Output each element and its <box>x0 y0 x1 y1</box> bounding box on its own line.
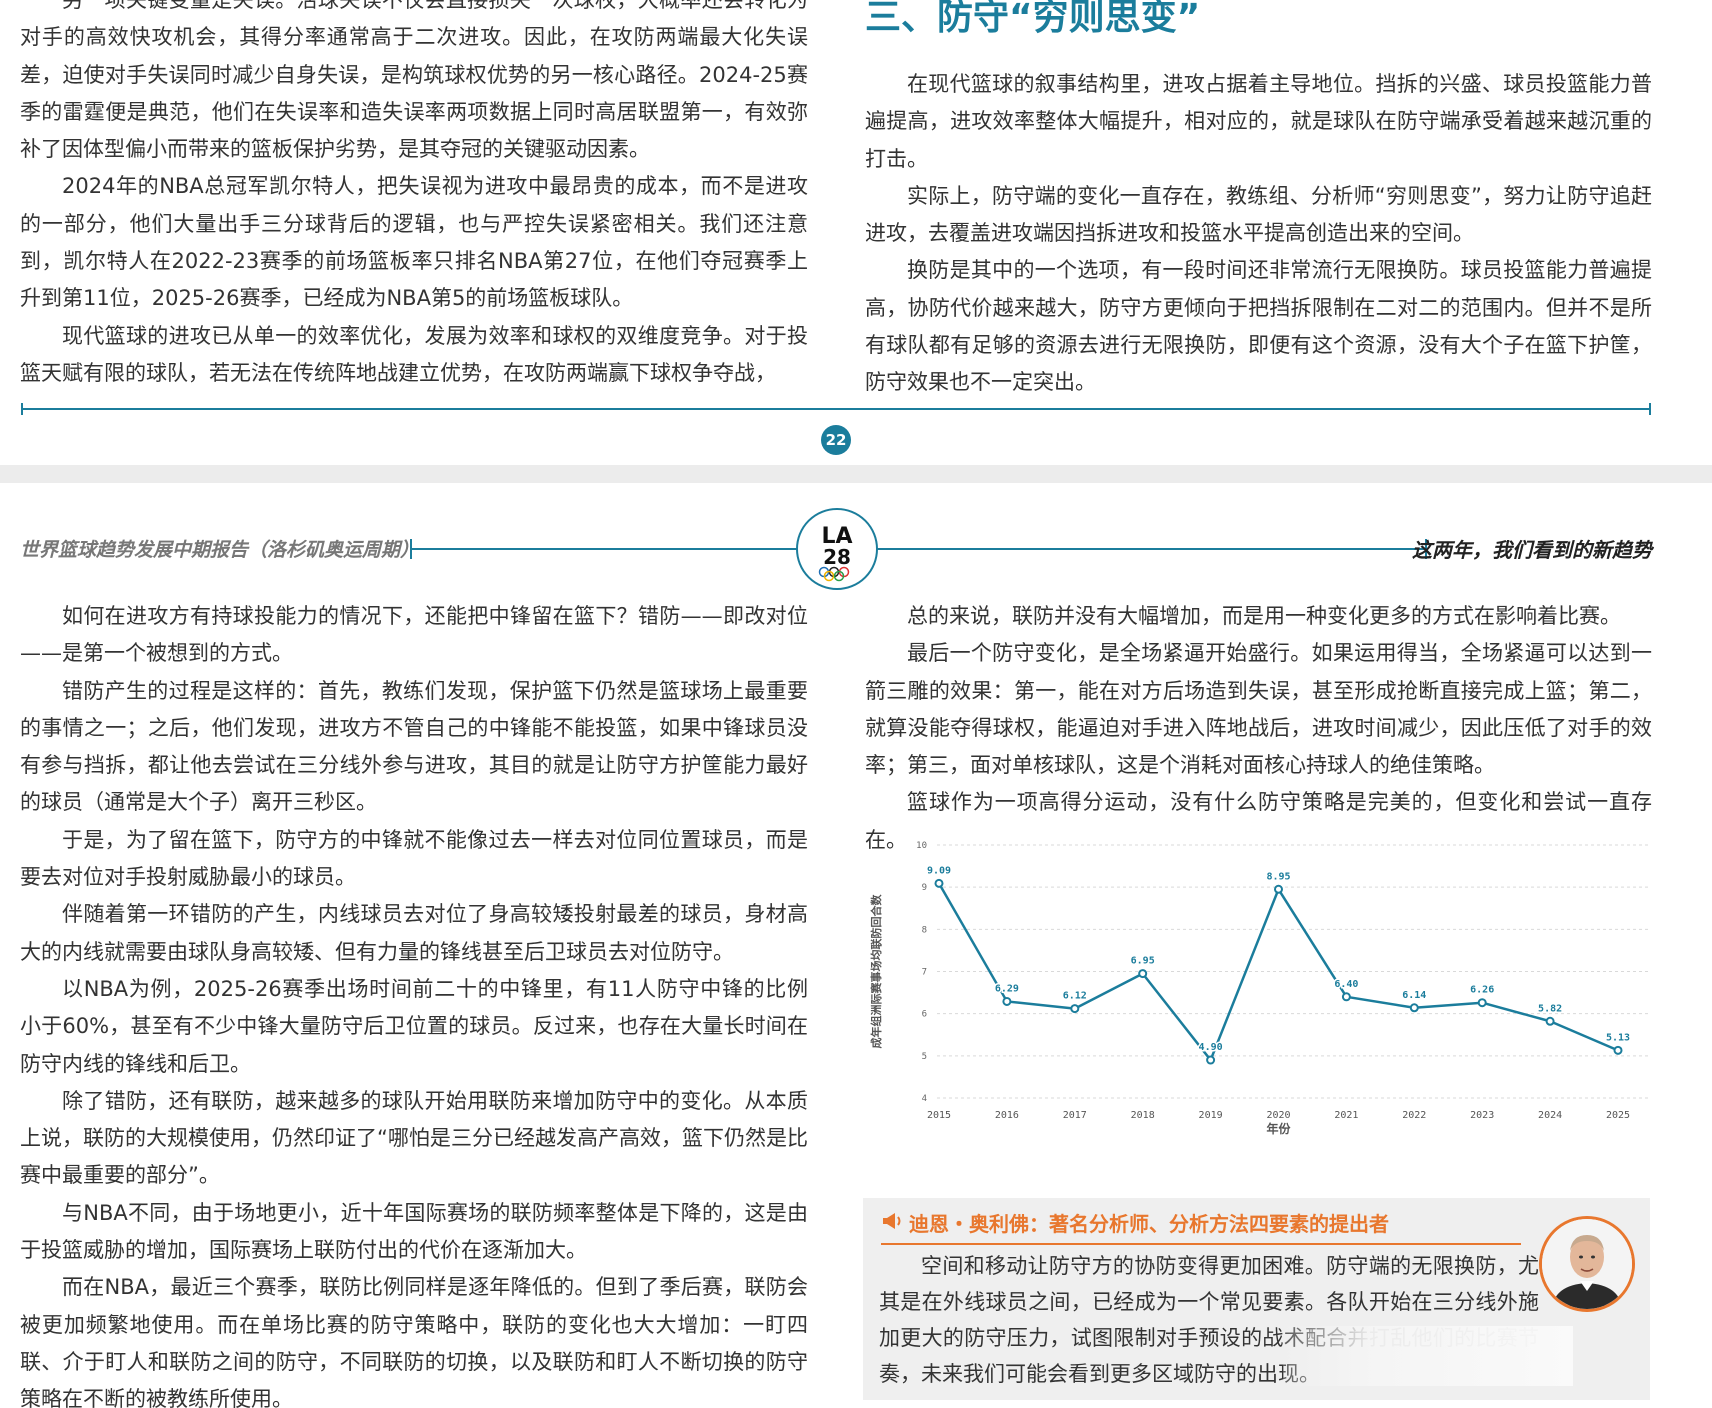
olympic-rings-icon <box>818 566 850 582</box>
x-tick-label: 2022 <box>1402 1110 1426 1121</box>
data-label: 9.09 <box>927 865 951 876</box>
data-label: 8.95 <box>1266 871 1290 882</box>
portrait-icon <box>1542 1219 1632 1309</box>
paragraph: 与NBA不同，由于场地更小，近十年国际赛场的联防频率整体是下降的，这是由于投篮威… <box>20 1200 808 1263</box>
quote-title: 迪恩・奥利佛：著名分析师、分析方法四要素的提出者 <box>881 1208 1389 1237</box>
paragraph: 而在NBA，最近三个赛季，联防比例同样是逐年降低的。但到了季后赛，联防会被更加频… <box>20 1275 808 1408</box>
x-tick-label: 2020 <box>1266 1110 1290 1121</box>
paragraph: 如何在进攻方有持球投能力的情况下，还能把中锋留在篮下？错防——即改对位——是第一… <box>20 604 808 666</box>
data-label: 5.82 <box>1538 1003 1562 1014</box>
y-tick-label: 6 <box>922 1010 927 1020</box>
section-title: 三、防守“穷则思变” <box>865 0 1201 38</box>
running-header-right: 这两年，我们看到的新趋势 <box>1412 538 1652 562</box>
bottom-left-column: 如何在进攻方有持球投能力的情况下，还能把中锋留在篮下？错防——即改对位——是第一… <box>20 598 808 1408</box>
data-point <box>1138 969 1148 979</box>
paragraph: 错防产生的过程是这样的：首先，教练们发现，保护篮下仍然是篮球场上最重要的事情之一… <box>20 678 808 815</box>
paragraph: 除了错防，还有联防，越来越多的球队开始用联防来增加防守中的变化。从本质上说，联防… <box>20 1088 808 1188</box>
x-tick-label: 2024 <box>1538 1110 1562 1121</box>
x-tick-label: 2016 <box>995 1110 1019 1121</box>
data-point <box>1274 884 1283 894</box>
x-tick-label: 2021 <box>1334 1110 1358 1121</box>
paragraph: 换防是其中的一个选项，有一段时间还非常流行无限换防。球员投篮能力普遍提高，协防代… <box>865 258 1652 395</box>
data-label: 6.40 <box>1334 979 1358 990</box>
page-rule <box>21 403 1651 415</box>
data-label: 6.12 <box>1063 991 1087 1002</box>
paragraph: 另一项关键变量是失误。活球失误不仅会直接损失一次球权，大概率还会转化为对手的高效… <box>20 0 808 162</box>
la28-logo-icon: LA 28 <box>818 524 853 582</box>
y-tick-label: 7 <box>922 968 927 978</box>
line-chart-svg: 4 5 6 7 8 9 10 2015 2016 2017 2018 2019 2020 2021 2022… <box>869 841 1650 1136</box>
data-point <box>1409 1003 1419 1013</box>
la28-logo: LA 28 <box>796 508 878 590</box>
header-rule-right <box>872 539 1427 559</box>
data-point <box>934 878 944 888</box>
quote-title-underline <box>881 1243 1521 1245</box>
data-label: 5.13 <box>1606 1032 1630 1043</box>
megaphone-icon <box>881 1211 903 1236</box>
data-point <box>1477 998 1487 1008</box>
quote-title-text: 迪恩・奥利佛：著名分析师、分析方法四要素的提出者 <box>909 1212 1389 1236</box>
paragraph: 在现代篮球的叙事结构里，进攻占据着主导地位。挡拆的兴盛、球员投篮能力普遍提高，进… <box>865 72 1652 171</box>
line-chart: 4 5 6 7 8 9 10 2015 2016 2017 2018 2019 2020 2021 2022… <box>862 830 1662 1170</box>
data-point <box>1545 1016 1555 1026</box>
paragraph: 以NBA为例，2025-26赛季出场时间前二十的中锋里，有11人防守中锋的比例小… <box>20 976 808 1076</box>
running-header-left: 世界篮球趋势发展中期报告（洛杉矶奥运周期） <box>20 539 420 561</box>
top-right-column: 在现代篮球的叙事结构里，进攻占据着主导地位。挡拆的兴盛、球员投篮能力普遍提高，进… <box>865 66 1652 402</box>
x-tick-label: 2019 <box>1199 1110 1223 1121</box>
top-page: 另一项关键变量是失误。活球失误不仅会直接损失一次球权，大概率还会转化为对手的高效… <box>0 0 1712 465</box>
header-rule-left <box>410 539 798 559</box>
paragraph: 现代篮球的进攻已从单一的效率优化，发展为效率和球权的双维度竞争。对于投篮天赋有限… <box>20 323 808 385</box>
paragraph: 伴随着第一环错防的产生，内线球员去对位了身高较矮投射最差的球员，身材高大的内线就… <box>20 902 808 964</box>
y-tick-label: 10 <box>916 841 927 851</box>
avatar <box>1539 1216 1635 1312</box>
paragraph: 于是，为了留在篮下，防守方的中锋就不能像过去一样去对位同位置球员，而是要去对位对… <box>20 827 808 890</box>
data-label: 6.14 <box>1402 990 1426 1001</box>
data-point <box>1070 1004 1080 1014</box>
data-point <box>1206 1055 1216 1065</box>
data-point <box>1613 1045 1623 1055</box>
y-tick-label: 4 <box>922 1094 927 1104</box>
x-tick-label: 2025 <box>1606 1110 1630 1121</box>
page-separator <box>0 465 1712 483</box>
bottom-right-column: 总的来说，联防并没有大幅增加，而是用一种变化更多的方式在影响着比赛。 最后一个防… <box>865 598 1652 859</box>
paragraph: 实际上，防守端的变化一直存在，教练组、分析师“穷则思变”，努力让防守追赶进攻，去… <box>865 183 1652 246</box>
x-tick-label: 2023 <box>1470 1110 1494 1121</box>
x-tick-label: 2017 <box>1063 1110 1087 1121</box>
paragraph: 总的来说，联防并没有大幅增加，而是用一种变化更多的方式在影响着比赛。 <box>907 604 1621 628</box>
data-label: 6.26 <box>1470 985 1494 996</box>
data-point <box>1002 996 1012 1006</box>
x-tick-label: 2015 <box>927 1110 951 1121</box>
data-label: 6.29 <box>995 983 1019 994</box>
paragraph: 2024年的NBA总冠军凯尔特人，把失误视为进攻中最昂贵的成本，而不是进攻的一部… <box>20 174 808 311</box>
y-tick-label: 9 <box>922 883 927 893</box>
top-left-column: 另一项关键变量是失误。活球失误不仅会直接损失一次球权，大概率还会转化为对手的高效… <box>20 0 808 392</box>
y-tick-label: 8 <box>922 925 927 935</box>
data-point <box>1341 992 1351 1002</box>
page-number: 22 <box>821 425 851 455</box>
x-tick-label: 2018 <box>1131 1110 1155 1121</box>
logo-text-bottom: 28 <box>823 545 851 569</box>
x-axis-label: 年份 <box>1266 1121 1291 1136</box>
data-label: 4.90 <box>1199 1042 1223 1053</box>
y-tick-label: 5 <box>922 1052 927 1062</box>
y-axis-label: 成年组洲际赛事场均联防回合数 <box>869 894 883 1049</box>
quote-box: 迪恩・奥利佛：著名分析师、分析方法四要素的提出者 空间和移动让防守方的协防变得更… <box>863 1198 1650 1400</box>
data-label: 6.95 <box>1131 956 1155 967</box>
paragraph: 最后一个防守变化，是全场紧逼开始盛行。如果运用得当，全场紧逼可以达到一箭三雕的效… <box>865 641 1652 778</box>
watermark-overlay <box>1283 1326 1573 1386</box>
